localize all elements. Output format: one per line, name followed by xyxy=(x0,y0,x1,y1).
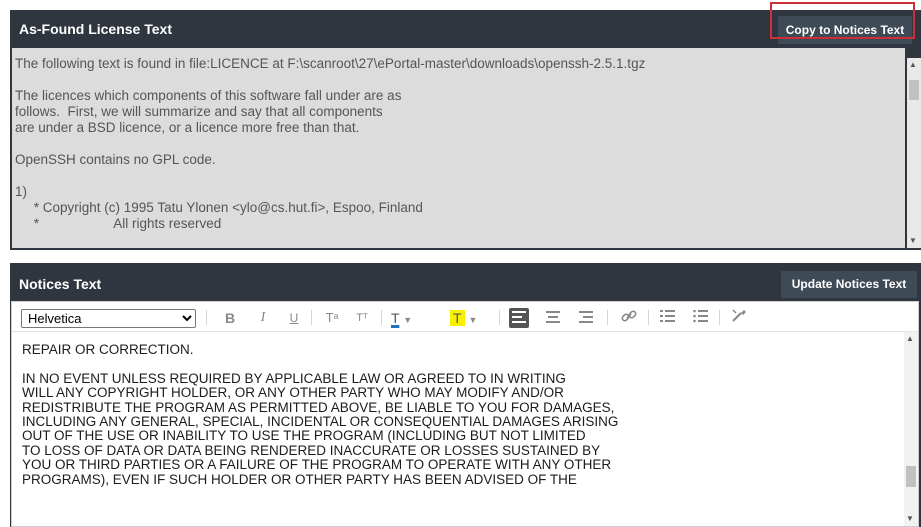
bullet-list-icon xyxy=(692,309,708,323)
as-found-text: The following text is found in file:LICE… xyxy=(15,56,646,231)
underline-button[interactable]: U xyxy=(286,308,302,328)
link-icon xyxy=(621,310,637,322)
toolbar-separator xyxy=(499,310,500,325)
scroll-up-icon[interactable]: ▲ xyxy=(909,60,917,70)
notices-header: Notices Text Update Notices Text xyxy=(10,263,921,300)
ordered-list-button[interactable] xyxy=(657,308,677,328)
as-found-header: As-Found License Text Copy to Notices Te… xyxy=(10,10,921,47)
scroll-up-icon[interactable]: ▲ xyxy=(906,334,914,344)
notices-editor: Helvetica B I U Tᵃ Tᵀ T ▼ T ▼ REPAIR OR … xyxy=(11,301,919,527)
bold-button[interactable]: B xyxy=(222,308,238,328)
insert-link-button[interactable] xyxy=(619,308,639,328)
clear-formatting-button[interactable] xyxy=(729,308,749,328)
clear-formatting-icon xyxy=(732,309,746,322)
toolbar-separator xyxy=(311,310,312,325)
as-found-title: As-Found License Text xyxy=(19,21,172,37)
align-right-button[interactable] xyxy=(576,308,596,328)
italic-button[interactable]: I xyxy=(255,308,271,328)
font-color-icon: T xyxy=(391,310,400,326)
align-left-icon xyxy=(512,311,526,323)
notices-scroll-thumb[interactable] xyxy=(906,466,916,487)
toolbar-separator xyxy=(607,310,608,325)
scroll-down-icon[interactable]: ▼ xyxy=(906,514,914,524)
chevron-down-icon: ▼ xyxy=(403,315,413,325)
toolbar-separator xyxy=(206,310,207,325)
subscript-button[interactable]: Tᵀ xyxy=(352,308,372,328)
align-right-icon xyxy=(579,311,593,323)
as-found-license-panel: As-Found License Text Copy to Notices Te… xyxy=(10,10,921,250)
copy-to-notices-button[interactable]: Copy to Notices Text xyxy=(778,16,912,44)
as-found-scroll-thumb[interactable] xyxy=(909,80,919,100)
as-found-text-area[interactable]: The following text is found in file:LICE… xyxy=(12,48,905,248)
align-center-button[interactable] xyxy=(543,308,563,328)
update-notices-button[interactable]: Update Notices Text xyxy=(781,271,917,298)
as-found-scrollbar[interactable]: ▲ ▼ xyxy=(907,58,921,248)
superscript-button[interactable]: Tᵃ xyxy=(322,308,342,328)
toolbar-separator xyxy=(381,310,382,325)
bullet-list-button[interactable] xyxy=(690,308,710,328)
align-left-button[interactable] xyxy=(509,308,529,328)
font-family-select[interactable]: Helvetica xyxy=(21,309,196,328)
notices-scrollbar[interactable]: ▲ ▼ xyxy=(904,332,918,526)
toolbar-separator xyxy=(719,310,720,325)
notices-editor-content[interactable]: REPAIR OR CORRECTION. IN NO EVENT UNLESS… xyxy=(22,342,892,487)
notices-title: Notices Text xyxy=(19,276,102,292)
align-center-icon xyxy=(546,311,560,323)
highlight-color-icon: T xyxy=(450,310,465,326)
scroll-down-icon[interactable]: ▼ xyxy=(909,236,917,246)
notices-text-panel: Notices Text Update Notices Text Helveti… xyxy=(10,263,921,527)
highlight-color-button[interactable]: T ▼ xyxy=(450,308,490,328)
editor-toolbar: Helvetica B I U Tᵃ Tᵀ T ▼ T ▼ xyxy=(12,302,918,332)
ordered-list-icon xyxy=(659,310,675,322)
chevron-down-icon: ▼ xyxy=(468,315,478,325)
font-color-button[interactable]: T ▼ xyxy=(391,308,431,328)
toolbar-separator xyxy=(648,310,649,325)
